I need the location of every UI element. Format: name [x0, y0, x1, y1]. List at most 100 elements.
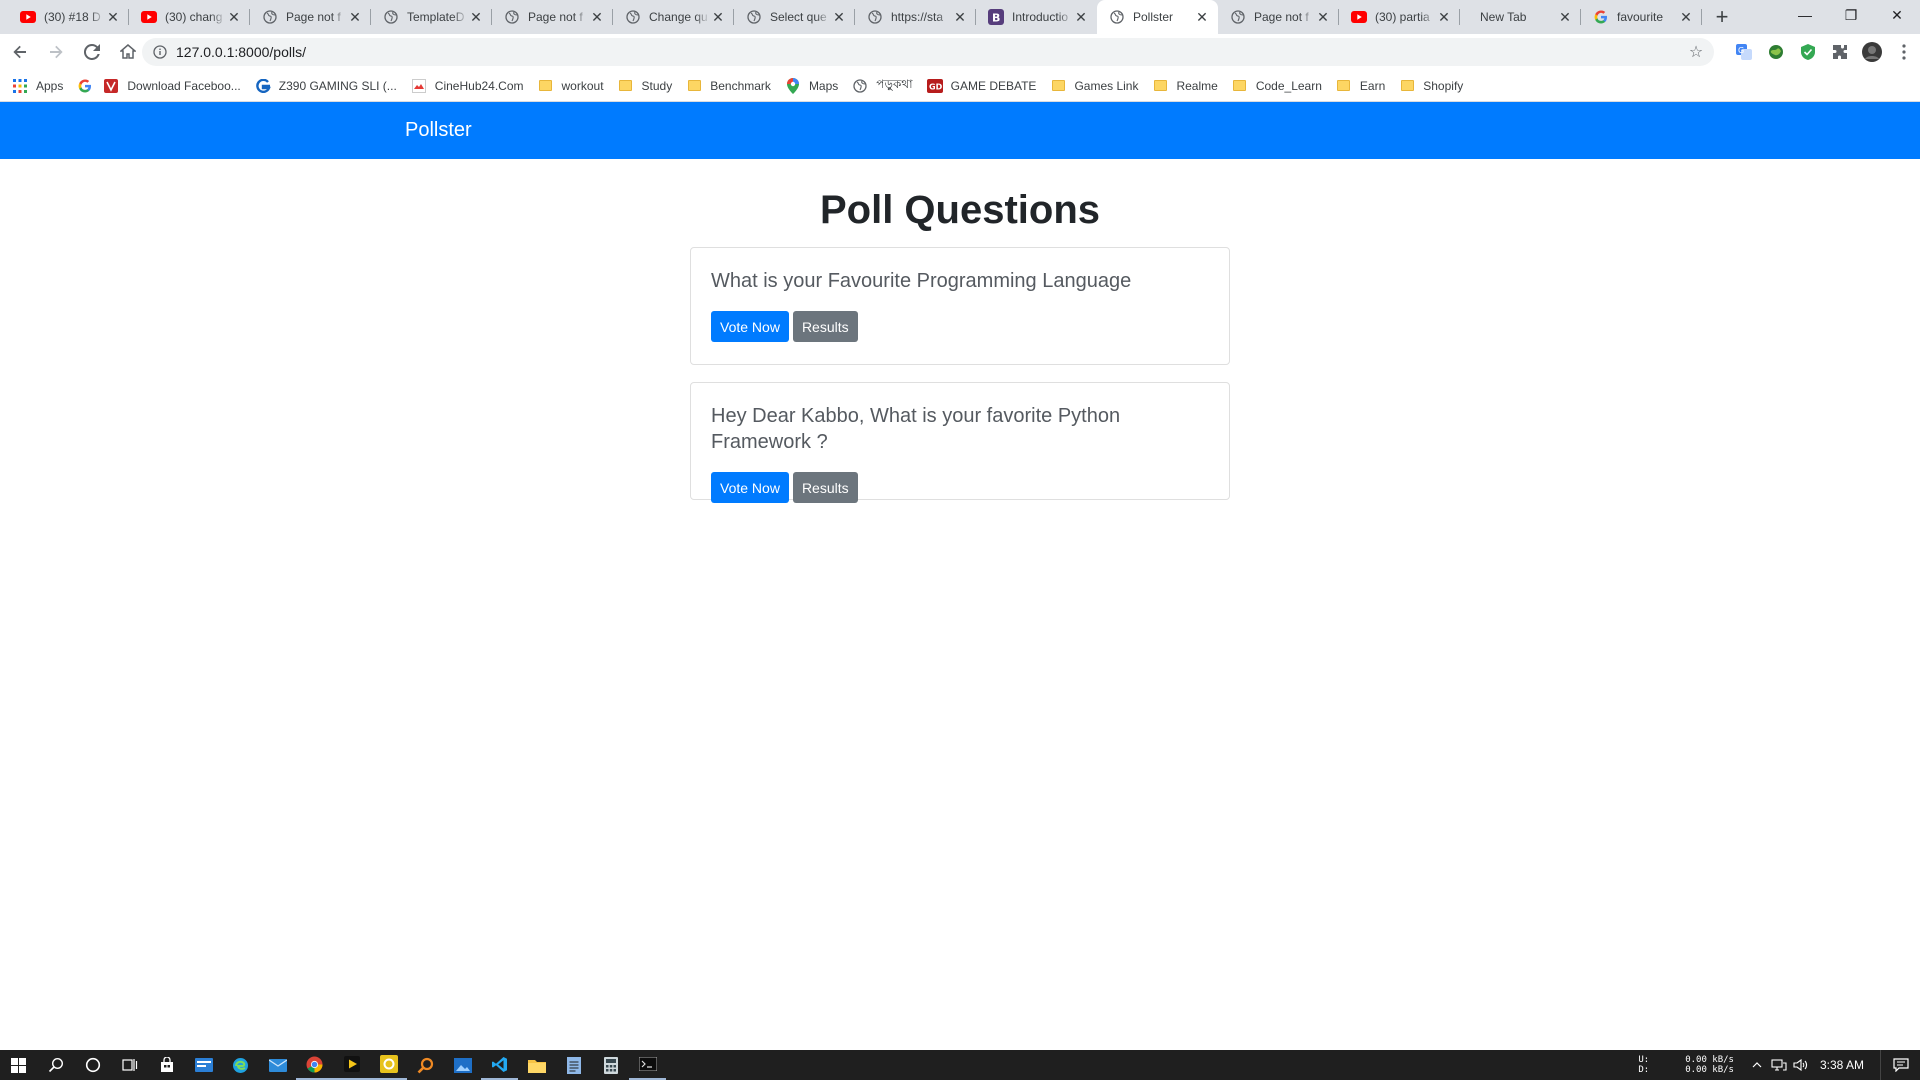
bookmark-label: workout — [561, 78, 604, 93]
tab-close-icon[interactable]: ✕ — [831, 9, 847, 25]
bookmark-item[interactable]: Shopify — [1399, 72, 1471, 100]
taskbar-edge[interactable] — [222, 1050, 259, 1080]
globe-extension-icon[interactable] — [1760, 36, 1792, 68]
tab-close-icon[interactable]: ✕ — [468, 9, 484, 25]
taskbar-vscode[interactable] — [481, 1050, 518, 1080]
navbar-brand[interactable]: Pollster — [405, 119, 472, 142]
tab-active[interactable]: Pollster ✕ — [1097, 0, 1218, 34]
browser-tab[interactable]: Change qu ✕ — [613, 0, 734, 34]
search-button[interactable] — [37, 1050, 74, 1080]
bookmark-item[interactable]: পড়ুকথা — [852, 72, 920, 100]
folder-icon — [538, 78, 554, 94]
browser-tab[interactable]: (30) chang ✕ — [129, 0, 250, 34]
folder-icon — [1152, 78, 1168, 94]
browser-tab[interactable]: (30) partia ✕ — [1339, 0, 1460, 34]
vote-now-button[interactable]: Vote Now — [711, 472, 789, 503]
tab-close-icon[interactable]: ✕ — [710, 9, 726, 25]
url-text[interactable]: 127.0.0.1:8000/polls/ — [176, 44, 306, 60]
youtube-icon — [1351, 9, 1367, 25]
bookmark-item[interactable]: Download Faceboo... — [103, 72, 248, 100]
tab-close-icon[interactable]: ✕ — [226, 9, 242, 25]
browser-tab[interactable]: https://sta ✕ — [855, 0, 976, 34]
bookmark-item[interactable]: workout — [538, 72, 612, 100]
start-button[interactable] — [0, 1050, 37, 1080]
tab-close-icon[interactable]: ✕ — [1315, 9, 1331, 25]
vote-now-button[interactable]: Vote Now — [711, 311, 789, 342]
tab-close-icon[interactable]: ✕ — [347, 9, 363, 25]
bookmark-star-icon[interactable]: ☆ — [1686, 42, 1706, 62]
tab-close-icon[interactable]: ✕ — [1678, 9, 1694, 25]
translate-extension-icon[interactable]: G — [1728, 36, 1760, 68]
tab-title: Page not f — [1254, 10, 1309, 24]
taskbar-search-tool[interactable] — [407, 1050, 444, 1080]
back-button[interactable] — [4, 36, 36, 68]
taskbar-terminal[interactable] — [629, 1050, 666, 1080]
taskbar-yellow-app[interactable] — [370, 1050, 407, 1080]
new-tab-plus-icon[interactable]: + — [1708, 3, 1736, 31]
search-icon — [48, 1057, 63, 1073]
browser-tab[interactable]: New Tab ✕ — [1460, 0, 1581, 34]
chrome-menu-icon[interactable] — [1888, 36, 1920, 68]
bookmark-item[interactable]: Earn — [1336, 72, 1393, 100]
browser-tab[interactable]: Page not f ✕ — [492, 0, 613, 34]
taskbar-store-app[interactable] — [148, 1050, 185, 1080]
results-button[interactable]: Results — [792, 311, 858, 342]
bookmark-item[interactable]: Games Link — [1050, 72, 1146, 100]
show-hidden-icons-chevron-icon[interactable] — [1746, 1050, 1768, 1080]
tab-close-icon[interactable]: ✕ — [1557, 9, 1573, 25]
browser-tab[interactable]: Select que ✕ — [734, 0, 855, 34]
taskbar-mail[interactable] — [259, 1050, 296, 1080]
extensions-puzzle-icon[interactable] — [1824, 36, 1856, 68]
bookmark-item[interactable]: CineHub24.Com — [411, 72, 532, 100]
browser-tab[interactable]: B Introductio ✕ — [976, 0, 1097, 34]
bookmark-item[interactable] — [77, 72, 97, 100]
address-bar[interactable]: 127.0.0.1:8000/polls/ ☆ — [142, 38, 1714, 66]
taskbar-notepad[interactable] — [555, 1050, 592, 1080]
site-navbar: Pollster — [0, 102, 1920, 159]
taskbar-app-blue[interactable] — [185, 1050, 222, 1080]
globe-icon — [1109, 9, 1125, 25]
tab-close-icon[interactable]: ✕ — [105, 9, 121, 25]
bookmark-item[interactable]: Maps — [785, 72, 846, 100]
profile-avatar-icon[interactable] — [1856, 36, 1888, 68]
bookmark-item[interactable]: GD GAME DEBATE — [926, 72, 1045, 100]
browser-tab[interactable]: favourite ✕ — [1581, 0, 1702, 34]
taskbar-calculator[interactable] — [592, 1050, 629, 1080]
browser-tab[interactable]: TemplateD ✕ — [371, 0, 492, 34]
restore-button[interactable]: ❐ — [1828, 0, 1874, 30]
bookmark-item[interactable]: Apps — [12, 72, 71, 100]
extensions-area: G — [1728, 36, 1920, 68]
browser-tab[interactable]: (30) #18 D ✕ — [8, 0, 129, 34]
close-window-button[interactable]: ✕ — [1874, 0, 1920, 30]
bookmark-item[interactable]: Realme — [1152, 72, 1225, 100]
taskbar-clock[interactable]: 3:38 AM — [1820, 1058, 1864, 1072]
tab-close-icon[interactable]: ✕ — [952, 9, 968, 25]
bookmark-item[interactable]: Code_Learn — [1232, 72, 1330, 100]
taskbar-media-player[interactable] — [333, 1050, 370, 1080]
taskbar-chrome[interactable] — [296, 1050, 333, 1080]
reload-button[interactable] — [76, 36, 108, 68]
bookmark-item[interactable]: Study — [618, 72, 681, 100]
forward-button[interactable] — [40, 36, 72, 68]
browser-tab[interactable]: Page not f ✕ — [1218, 0, 1339, 34]
taskbar-file-explorer[interactable] — [518, 1050, 555, 1080]
cortana-circle-icon — [85, 1057, 100, 1073]
bookmark-item[interactable]: Z390 GAMING SLI (... — [255, 72, 405, 100]
browser-tab[interactable]: Page not f ✕ — [250, 0, 371, 34]
tab-close-icon[interactable]: ✕ — [1194, 9, 1210, 25]
volume-icon[interactable] — [1790, 1050, 1812, 1080]
cortana-button[interactable] — [74, 1050, 111, 1080]
taskbar-photos[interactable] — [444, 1050, 481, 1080]
network-icon[interactable] — [1768, 1050, 1790, 1080]
action-center-button[interactable] — [1880, 1050, 1920, 1080]
tab-close-icon[interactable]: ✕ — [1436, 9, 1452, 25]
home-button[interactable] — [112, 36, 144, 68]
tab-close-icon[interactable]: ✕ — [1073, 9, 1089, 25]
tab-close-icon[interactable]: ✕ — [589, 9, 605, 25]
results-button[interactable]: Results — [792, 472, 858, 503]
task-view-button[interactable] — [111, 1050, 148, 1080]
bookmark-item[interactable]: Benchmark — [686, 72, 779, 100]
minimize-button[interactable]: — — [1782, 0, 1828, 30]
shield-extension-icon[interactable] — [1792, 36, 1824, 68]
site-info-icon[interactable] — [146, 38, 174, 66]
